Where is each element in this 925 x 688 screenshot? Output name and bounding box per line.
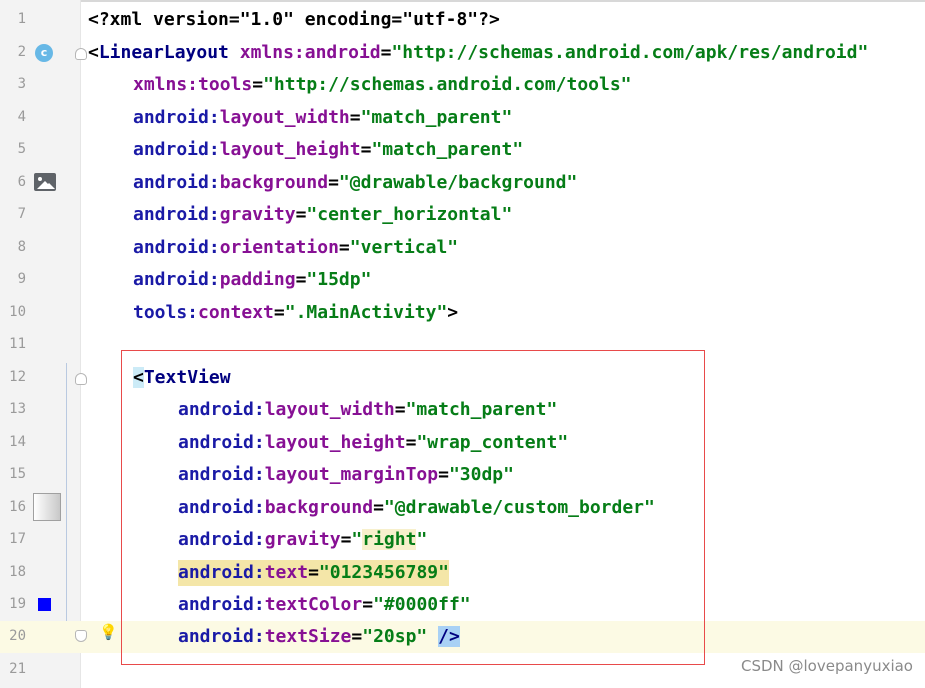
line-number: 5 (17, 141, 26, 157)
namespace: tools: (133, 302, 199, 323)
code-line-5[interactable]: 5 android:layout_height="match_parent" (0, 134, 925, 166)
code-line-2[interactable]: 2 c <LinearLayout xmlns:android="http://… (0, 37, 925, 69)
code-line-9[interactable]: 9 android:padding="15dp" (0, 264, 925, 296)
equals: = (295, 204, 307, 225)
equals: = (328, 172, 339, 193)
bracket: < (88, 42, 99, 63)
attribute-value: "match_parent" (371, 139, 524, 160)
watermark: CSDN @lovepanyuxiao (740, 657, 913, 675)
namespace: android: (133, 172, 220, 193)
namespace: android: (133, 204, 220, 225)
equals: = (273, 302, 285, 323)
attribute-name: orientation (219, 237, 339, 258)
attribute-name: padding (219, 269, 296, 290)
attribute-name: xmlns:android (239, 42, 381, 63)
code-text: android:gravity="center_horizontal" (133, 202, 512, 228)
attribute-name: xmlns:tools (133, 74, 253, 95)
equals: = (295, 269, 307, 290)
image-icon[interactable] (34, 173, 56, 191)
code-editor[interactable]: 1 <?xml version="1.0" encoding="utf-8"?>… (0, 0, 925, 688)
lightbulb-icon[interactable]: 💡 (99, 623, 118, 641)
red-highlight-box (121, 350, 705, 665)
line-number: 6 (17, 174, 26, 190)
line-number: 14 (9, 434, 26, 450)
attribute-value: "center_horizontal" (306, 204, 513, 225)
code-text: <LinearLayout xmlns:android="http://sche… (88, 40, 868, 66)
attribute-name: gravity (219, 204, 296, 225)
code-text: <?xml version="1.0" encoding="utf-8"?> (88, 7, 500, 33)
line-number: 7 (17, 206, 26, 222)
editor-top-border (0, 0, 925, 2)
xml-declaration: <?xml version="1.0" encoding="utf-8"?> (88, 9, 500, 30)
attribute-name: background (219, 172, 329, 193)
bracket: > (447, 302, 459, 323)
code-line-10[interactable]: 10 tools:context=".MainActivity"> (0, 297, 925, 329)
line-number: 19 (9, 596, 26, 612)
line-number: 17 (9, 531, 26, 547)
code-text: tools:context=".MainActivity"> (133, 300, 458, 326)
line-number: 1 (17, 11, 26, 27)
code-line-6[interactable]: 6 android:background="@drawable/backgrou… (0, 167, 925, 199)
line-number: 15 (9, 466, 26, 482)
equals: = (360, 139, 372, 160)
drawable-preview-icon[interactable] (33, 493, 61, 521)
line-number: 12 (9, 369, 26, 385)
code-line-4[interactable]: 4 android:layout_width="match_parent" (0, 102, 925, 134)
namespace: android: (133, 139, 220, 160)
code-line-3[interactable]: 3 xmlns:tools="http://schemas.android.co… (0, 69, 925, 101)
attribute-name: layout_height (219, 139, 361, 160)
namespace: android: (133, 237, 220, 258)
line-number: 9 (17, 271, 26, 287)
tag-name: LinearLayout (98, 42, 229, 63)
equals: = (380, 42, 392, 63)
color-swatch-icon[interactable] (38, 598, 51, 611)
fold-marker[interactable] (75, 48, 87, 60)
attribute-value: "vertical" (349, 237, 459, 258)
namespace: android: (133, 107, 220, 128)
attribute-value: "15dp" (306, 269, 372, 290)
equals: = (349, 107, 361, 128)
line-number: 16 (9, 499, 26, 515)
code-line-7[interactable]: 7 android:gravity="center_horizontal" (0, 199, 925, 231)
attribute-value: "http://schemas.android.com/apk/res/andr… (391, 42, 869, 63)
attribute-name: context (198, 302, 274, 323)
line-number: 3 (17, 76, 26, 92)
code-text: android:padding="15dp" (133, 267, 371, 293)
line-number: 20 (9, 628, 26, 644)
class-gutter-icon[interactable]: c (35, 44, 53, 62)
code-text: xmlns:tools="http://schemas.android.com/… (133, 72, 632, 98)
code-line-1[interactable]: 1 <?xml version="1.0" encoding="utf-8"?> (0, 4, 925, 36)
code-text: android:background="@drawable/background… (133, 170, 577, 196)
fold-marker[interactable] (75, 373, 87, 385)
line-number: 8 (17, 239, 26, 255)
code-line-8[interactable]: 8 android:orientation="vertical" (0, 232, 925, 264)
code-text: android:layout_width="match_parent" (133, 105, 512, 131)
code-text: android:layout_height="match_parent" (133, 137, 523, 163)
code-text: android:orientation="vertical" (133, 235, 458, 261)
attribute-value: ".MainActivity" (284, 302, 448, 323)
attribute-name: layout_width (219, 107, 350, 128)
attribute-value: "http://schemas.android.com/tools" (263, 74, 632, 95)
line-number: 21 (9, 661, 26, 677)
line-number: 13 (9, 401, 26, 417)
namespace: android: (133, 269, 220, 290)
line-number: 4 (17, 109, 26, 125)
line-number: 2 (17, 44, 26, 60)
line-number: 10 (9, 304, 26, 320)
line-number: 18 (9, 564, 26, 580)
fold-marker[interactable] (75, 630, 87, 642)
attribute-value: "@drawable/background" (338, 172, 578, 193)
equals: = (338, 237, 350, 258)
equals: = (252, 74, 264, 95)
line-number: 11 (9, 336, 26, 352)
attribute-value: "match_parent" (360, 107, 513, 128)
